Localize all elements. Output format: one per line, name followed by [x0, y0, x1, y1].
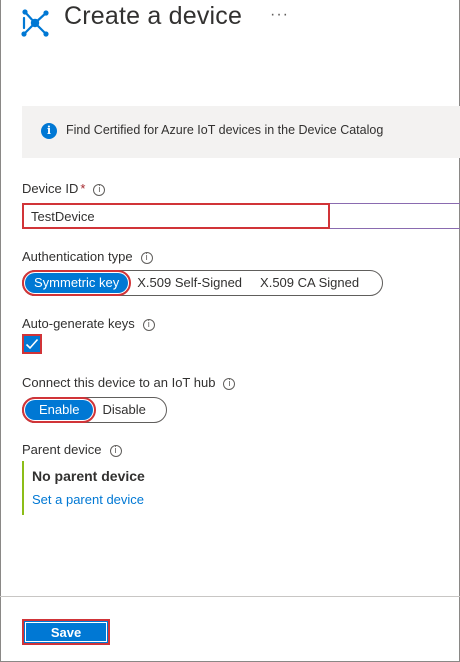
connect-hub-label: Connect this device to an IoT hub i — [22, 375, 236, 390]
autogen-keys-checkbox[interactable] — [22, 334, 42, 354]
connect-option-disable[interactable]: Disable — [93, 400, 154, 420]
auth-option-symmetric-key[interactable]: Symmetric key — [21, 270, 132, 296]
auth-type-label: Authentication type i — [22, 249, 153, 264]
device-id-help-icon[interactable]: i — [93, 184, 106, 196]
device-catalog-infobar[interactable]: i Find Certified for Azure IoT devices i… — [22, 106, 460, 158]
info-icon: i — [41, 123, 57, 139]
blade-header: Create a device ··· — [0, 0, 460, 44]
connect-hub-toggle: Enable Disable — [21, 397, 167, 423]
autogen-help-icon[interactable]: i — [142, 319, 155, 331]
required-mark: * — [80, 181, 86, 196]
infobar-text: Find Certified for Azure IoT devices in … — [66, 123, 384, 137]
auth-option-x509-ca-signed[interactable]: X.509 CA Signed — [251, 273, 368, 293]
set-parent-device-link[interactable]: Set a parent device — [32, 492, 144, 507]
save-button[interactable]: Save — [22, 619, 110, 645]
auth-type-help-icon[interactable]: i — [140, 252, 153, 264]
connect-hub-help-icon[interactable]: i — [223, 378, 236, 390]
parent-device-label: Parent device i — [22, 442, 122, 457]
more-options-button[interactable]: ··· — [270, 6, 289, 24]
footer-divider — [0, 596, 460, 597]
connect-option-enable[interactable]: Enable — [21, 397, 97, 423]
device-id-field-wrap — [22, 203, 460, 229]
auth-type-toggle: Symmetric key X.509 Self-Signed X.509 CA… — [21, 270, 383, 296]
iot-device-icon — [20, 8, 50, 38]
device-id-label: Device ID * i — [22, 181, 106, 196]
page-title: Create a device — [64, 2, 243, 30]
parent-device-panel: No parent device Set a parent device — [22, 461, 222, 515]
autogen-keys-label: Auto-generate keys i — [22, 316, 155, 331]
blade-frame — [0, 0, 460, 662]
device-id-input[interactable] — [22, 203, 330, 229]
auth-option-x509-self-signed[interactable]: X.509 Self-Signed — [128, 273, 251, 293]
parent-device-help-icon[interactable]: i — [109, 445, 122, 457]
parent-device-value: No parent device — [32, 468, 145, 484]
checkmark-icon — [25, 338, 39, 350]
